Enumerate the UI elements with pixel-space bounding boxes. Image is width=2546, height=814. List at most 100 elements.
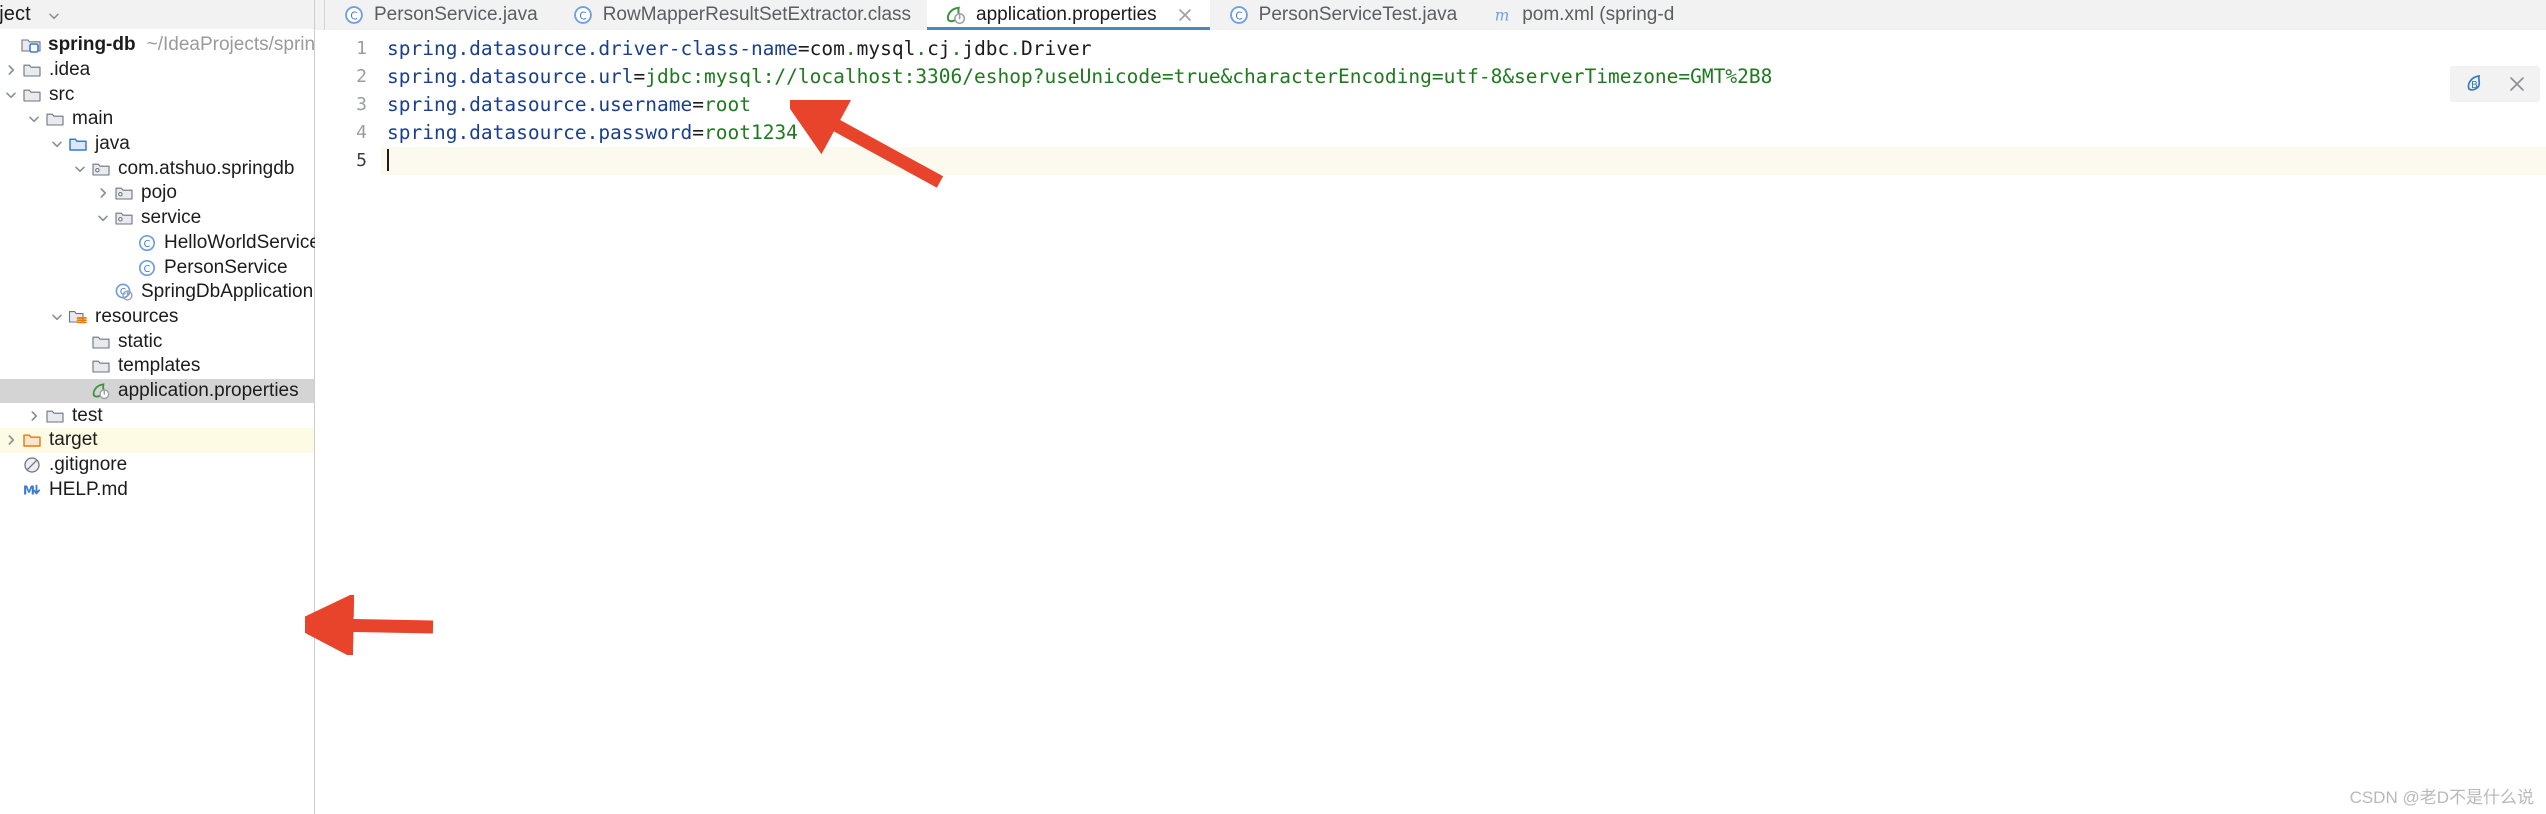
package-icon	[90, 159, 112, 179]
java-class-icon: C	[1228, 4, 1250, 26]
tree-node-label: java	[95, 133, 130, 155]
tree-node-main[interactable]: main	[0, 107, 314, 132]
svg-text:C: C	[144, 239, 151, 250]
tree-node-spring-db[interactable]: spring-db ~/IdeaProjects/spring-db	[0, 33, 353, 58]
tree-node-service[interactable]: service	[0, 206, 314, 231]
chevron-down-icon[interactable]	[93, 208, 113, 228]
close-icon[interactable]	[1176, 6, 1194, 24]
code-line[interactable]: spring.datasource.username=root	[387, 91, 2546, 119]
text-caret	[387, 149, 389, 171]
chevron-down-icon[interactable]	[70, 159, 90, 179]
java-class-icon: C	[136, 233, 158, 253]
tree-node-test[interactable]: test	[0, 403, 314, 428]
editor-tab-rowmapperresultsetextractor-class[interactable]: C RowMapperResultSetExtractor.class	[553, 0, 928, 30]
tree-node-java[interactable]: java	[0, 132, 314, 157]
chevron-down-icon[interactable]	[47, 134, 67, 154]
tree-node-application-properties[interactable]: application.properties	[0, 378, 314, 404]
property-value: root	[704, 93, 751, 116]
resources-root-folder-icon	[67, 307, 89, 327]
editor-floating-hint-toolbar[interactable]: B	[2450, 66, 2540, 102]
folder-icon	[44, 109, 66, 129]
tree-node-com-atshuo-springdb[interactable]: com.atshuo.springdb	[0, 156, 314, 181]
tree-node-gitignore[interactable]: .gitignore	[0, 453, 314, 478]
svg-text:m: m	[1495, 7, 1510, 25]
code-line[interactable]: spring.datasource.password=root1234	[387, 119, 2546, 147]
tree-node-label: static	[118, 330, 163, 352]
tabbar-left-edge	[315, 0, 325, 30]
tree-node-label: templates	[118, 355, 201, 377]
editor-tab-bar[interactable]: C PersonService.java C RowMapperResultSetEx…	[315, 0, 2546, 30]
watermark: CSDN @老D不是什么说	[2349, 788, 2534, 807]
excluded-folder-icon	[21, 430, 43, 450]
editor-tab-label: application.properties	[976, 4, 1157, 25]
tree-node-label: src	[49, 83, 75, 105]
code-editor[interactable]: spring.datasource.driver-class-name=com.…	[381, 30, 2546, 814]
code-line[interactable]: spring.datasource.driver-class-name=com.…	[387, 35, 2546, 63]
tree-node-static[interactable]: static	[0, 329, 314, 354]
chevron-down-icon[interactable]	[1, 85, 21, 105]
tree-node-personservice[interactable]: C PersonService	[0, 255, 314, 280]
tree-node-helloworldservice[interactable]: C HelloWorldService	[0, 231, 320, 256]
tree-node-help-md[interactable]: M HELP.md	[0, 477, 314, 502]
property-key: spring.datasource.url	[387, 65, 634, 88]
line-number: 2	[356, 66, 367, 87]
editor-tab-label: PersonServiceTest.java	[1258, 4, 1458, 25]
chevron-down-icon[interactable]	[47, 307, 67, 327]
tree-node-label: application.properties	[118, 379, 299, 401]
property-key: spring.datasource.driver-class-name	[387, 37, 798, 60]
markdown-icon: M	[21, 480, 43, 500]
editor-tab-label: RowMapperResultSetExtractor.class	[602, 4, 912, 25]
editor-body: 1 2 3 4 5 spring.datasource.driver-class-nam…	[315, 30, 2546, 814]
package-icon	[113, 183, 135, 203]
spring-bean-icon[interactable]: B	[2462, 71, 2488, 97]
folder-icon	[90, 332, 112, 352]
svg-text:C: C	[579, 10, 586, 22]
package-icon	[113, 208, 135, 228]
svg-text:B: B	[2471, 80, 2478, 91]
property-value: root1234	[704, 121, 798, 144]
project-tree[interactable]: spring-db ~/IdeaProjects/spring-db .idea sr…	[0, 29, 353, 503]
editor-tab-pom-xml-spring-d[interactable]: m pom.xml (spring-d	[1473, 0, 1691, 30]
tree-node-pojo[interactable]: pojo	[0, 181, 314, 206]
tree-node-label: main	[72, 108, 114, 130]
chevron-right-icon[interactable]	[1, 60, 21, 80]
idea-window: oject spring-db~/IdeaProjects/spring-db.…	[0, 0, 2546, 814]
chevron-right-icon[interactable]	[1, 430, 21, 450]
property-separator: =	[633, 65, 646, 88]
property-separator: =	[797, 37, 810, 60]
gitignore-icon	[21, 455, 43, 475]
chevron-down-icon[interactable]	[24, 109, 44, 129]
code-line[interactable]: spring.datasource.url=jdbc:mysql://local…	[387, 63, 2546, 91]
editor-tab-personservicetest-java[interactable]: C PersonServiceTest.java	[1209, 0, 1474, 30]
tree-node-templates[interactable]: templates	[0, 354, 314, 379]
tree-node-label: PersonService	[164, 256, 288, 278]
editor-area: C PersonService.java C RowMapperResultSetEx…	[315, 0, 2546, 814]
project-panel-header[interactable]: oject	[0, 0, 314, 29]
folder-icon	[21, 60, 43, 80]
spring-properties-icon	[945, 4, 967, 26]
tree-node-target[interactable]: target	[0, 428, 314, 453]
source-root-folder-icon	[67, 134, 89, 154]
line-number: 3	[356, 94, 367, 115]
tree-node-label: SpringDbApplication	[141, 281, 314, 303]
tree-node-idea[interactable]: .idea	[0, 58, 314, 83]
tree-node-src[interactable]: src	[0, 82, 314, 107]
chevron-right-icon[interactable]	[24, 406, 44, 426]
chevron-right-icon[interactable]	[93, 183, 113, 203]
close-icon[interactable]	[2504, 71, 2530, 97]
chevron-down-icon[interactable]	[47, 9, 61, 23]
code-line[interactable]	[381, 147, 2546, 175]
folder-icon	[44, 406, 66, 426]
maven-icon: m	[1491, 4, 1513, 26]
editor-tab-label: PersonService.java	[374, 4, 538, 25]
project-module-icon	[20, 35, 42, 55]
tree-node-label: HELP.md	[49, 478, 128, 500]
tree-node-label: spring-db	[48, 34, 136, 56]
tree-node-label: com.atshuo.springdb	[118, 157, 295, 179]
tree-node-springdbapplication[interactable]: C SpringDbApplication	[0, 280, 314, 305]
line-number: 1	[356, 38, 367, 59]
editor-tab-personservice-java[interactable]: C PersonService.java	[325, 0, 554, 30]
tree-node-resources[interactable]: resources	[0, 305, 314, 330]
line-number-gutter: 1 2 3 4 5	[315, 30, 381, 814]
editor-tab-application-properties[interactable]: application.properties	[927, 0, 1210, 30]
